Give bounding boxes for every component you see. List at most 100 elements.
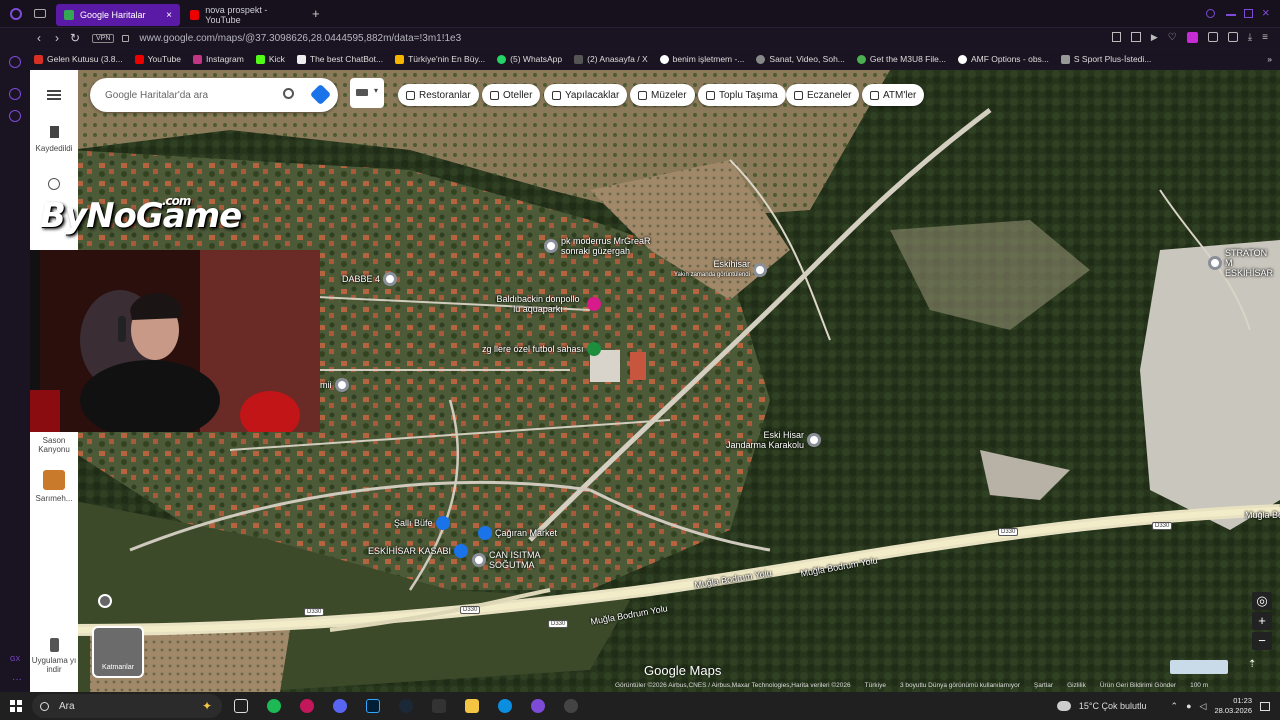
bookmark-whatsapp[interactable]: (5) WhatsApp xyxy=(497,54,562,64)
edge-icon[interactable] xyxy=(498,699,512,713)
bookmark-turkiye[interactable]: Türkiye'nin En Büy... xyxy=(395,54,485,64)
bookmarks-more-icon[interactable]: » xyxy=(1267,54,1272,64)
download-icon[interactable]: ⤓ xyxy=(1248,32,1252,43)
url-field[interactable]: www.google.com/maps/@37.3098626,28.04445… xyxy=(139,33,461,44)
poi-moderrus[interactable]: pk moderrus MrGreaR sonraki güzergah xyxy=(544,236,661,256)
search-input[interactable]: Google Haritalar'da ara xyxy=(90,78,338,112)
close-window-icon[interactable]: × xyxy=(1262,5,1270,20)
poi-jandarma[interactable]: Eski Hisar Jandarma Karakolu xyxy=(724,430,821,450)
bookmark-github[interactable]: AMF Options - obs... xyxy=(957,54,1049,64)
opera-gx-icon[interactable] xyxy=(300,699,314,713)
forward-icon[interactable]: › xyxy=(48,31,66,45)
poi-mii[interactable]: mii xyxy=(320,378,349,392)
directions-icon[interactable] xyxy=(309,83,332,106)
epic-games-icon[interactable] xyxy=(432,699,446,713)
history-rail-icon[interactable] xyxy=(9,88,21,100)
chip-transit[interactable]: Toplu Taşıma xyxy=(698,84,786,106)
photoshop-icon[interactable] xyxy=(366,699,380,713)
pegman-icon[interactable] xyxy=(98,594,112,608)
zoom-out-button[interactable]: − xyxy=(1252,632,1272,650)
file-explorer-icon[interactable] xyxy=(465,699,479,713)
minimize-icon[interactable] xyxy=(1226,14,1236,16)
steam-icon[interactable] xyxy=(399,699,413,713)
poi-cagiran-market[interactable]: Çağıran Market xyxy=(478,526,557,540)
bookmark-gmail[interactable]: Gelen Kutusu (3.8... xyxy=(34,54,123,64)
bookmark-chatbot[interactable]: The best ChatBot... xyxy=(296,54,383,64)
imagery-thumbnails[interactable] xyxy=(1170,660,1228,674)
reload-icon[interactable]: ↻ xyxy=(66,31,84,45)
poi-straton[interactable]: STRATON M ESKİHİSAR xyxy=(1208,248,1277,278)
chevron-up-icon[interactable]: ⌃ xyxy=(1171,701,1179,712)
workspace-icon[interactable] xyxy=(9,56,21,68)
vpn-badge[interactable]: VPN xyxy=(92,33,115,43)
poi-aquapark[interactable]: Baldıbackin donpollo lu aquaparkı xyxy=(492,294,601,314)
poi-football-field[interactable]: zg llere özel futbol sahası xyxy=(482,342,601,356)
browser-titlebar: Google Haritalar × nova prospekt - YouTu… xyxy=(0,0,1280,28)
poi-eskihisar[interactable]: Eskihisar Yakın zamanda görüntülendi xyxy=(674,260,767,280)
new-tab-button[interactable]: + xyxy=(312,6,320,21)
poi-kasabi[interactable]: ESKİHİSAR KASABI xyxy=(368,544,469,558)
bookmark-instagram[interactable]: Instagram xyxy=(193,54,244,64)
tab-youtube[interactable]: nova prospekt - YouTube xyxy=(182,4,306,26)
bookmark-art[interactable]: Sanat, Video, Soh... xyxy=(756,54,845,64)
play-icon[interactable]: ▶ xyxy=(1151,32,1158,43)
tab-google-maps[interactable]: Google Haritalar × xyxy=(56,4,180,26)
saved-button[interactable]: Kaydedildi xyxy=(30,126,78,153)
my-location-icon[interactable]: ◎ xyxy=(1252,592,1272,610)
volume-icon[interactable]: ◁ xyxy=(1200,701,1207,712)
recent-button[interactable] xyxy=(30,178,78,190)
back-icon[interactable]: ‹ xyxy=(30,31,48,45)
settings-rail-icon[interactable] xyxy=(9,110,21,122)
bookmark-kick[interactable]: Kick xyxy=(255,54,285,64)
puzzle-icon[interactable] xyxy=(1207,32,1218,42)
chip-restaurants[interactable]: Restoranlar xyxy=(398,84,479,106)
chip-museums[interactable]: Müzeler xyxy=(630,84,695,106)
tab-sidebar-icon[interactable] xyxy=(34,9,46,18)
opera-logo-icon[interactable] xyxy=(10,8,22,20)
poi-can-isitma[interactable]: CAN ISITMA SOĞUTMA xyxy=(472,550,545,570)
toggle-layers-button[interactable]: ▾ xyxy=(350,78,384,108)
bookmark-m3u8[interactable]: Get the M3U8 File... xyxy=(856,54,946,64)
microphone-icon[interactable]: ● xyxy=(1186,701,1191,711)
layers-button[interactable]: Katmanlar xyxy=(92,626,144,678)
search-tabs-icon[interactable] xyxy=(1206,9,1215,18)
obs-icon[interactable] xyxy=(531,699,545,713)
bookmark-youtube[interactable]: YouTube xyxy=(134,54,181,64)
bookmark-ssport[interactable]: S Sport Plus-İstedi... xyxy=(1060,54,1151,64)
clock[interactable]: 01:23 28.03.2026 xyxy=(1214,696,1252,716)
poi-salli-bufe[interactable]: Şallı Büfe xyxy=(394,516,450,530)
chip-pharmacies[interactable]: Eczaneler xyxy=(786,84,860,106)
bookmark-icon[interactable] xyxy=(1111,32,1121,42)
chip-hotels[interactable]: Oteller xyxy=(482,84,541,106)
wallet-icon[interactable] xyxy=(1227,32,1238,42)
close-tab-icon[interactable]: × xyxy=(166,10,172,21)
task-view-icon[interactable] xyxy=(234,699,248,713)
menu-icon[interactable] xyxy=(47,90,61,100)
gx-icon[interactable]: GX xyxy=(10,656,20,663)
spotify-icon[interactable] xyxy=(267,699,281,713)
more-rail-icon[interactable]: ··· xyxy=(12,674,22,685)
extension-icon[interactable] xyxy=(1186,32,1198,43)
snapshot-icon[interactable] xyxy=(1130,32,1141,42)
collapse-icon[interactable]: ⇡ xyxy=(1248,659,1256,670)
weather-text[interactable]: 15°C Çok bulutlu xyxy=(1079,701,1147,711)
zoom-in-button[interactable]: + xyxy=(1252,612,1272,630)
recent-item-sason[interactable]: Sason Kanyonu xyxy=(30,436,78,454)
recent-item-sarimeh[interactable]: Sarımeh... xyxy=(30,470,78,503)
get-app-button[interactable]: Uygulama yı indir xyxy=(30,638,78,674)
maximize-icon[interactable] xyxy=(1244,9,1253,18)
search-icon[interactable] xyxy=(283,88,294,99)
bookmark-x[interactable]: (2) Anasayfa / X xyxy=(574,54,648,64)
easy-setup-icon[interactable]: ≡ xyxy=(1262,32,1268,43)
poi-dabbe[interactable]: DABBE 4 xyxy=(342,272,398,286)
satellite-map[interactable]: Kaydedildi Sason Kanyonu Sarımeh... Uygu… xyxy=(30,70,1280,692)
heart-icon[interactable]: ♡ xyxy=(1168,32,1177,43)
notification-icon[interactable] xyxy=(1260,701,1270,711)
taskbar-search[interactable]: Ara ✦ xyxy=(32,694,222,718)
bookmark-google-business[interactable]: benim işletmem -... xyxy=(659,54,744,64)
chip-things-to-do[interactable]: Yapılacaklar xyxy=(544,84,628,106)
windows-start-icon[interactable] xyxy=(10,700,22,712)
app-icon[interactable] xyxy=(564,699,578,713)
chip-atms[interactable]: ATM'ler xyxy=(862,84,925,106)
discord-icon[interactable] xyxy=(333,699,347,713)
